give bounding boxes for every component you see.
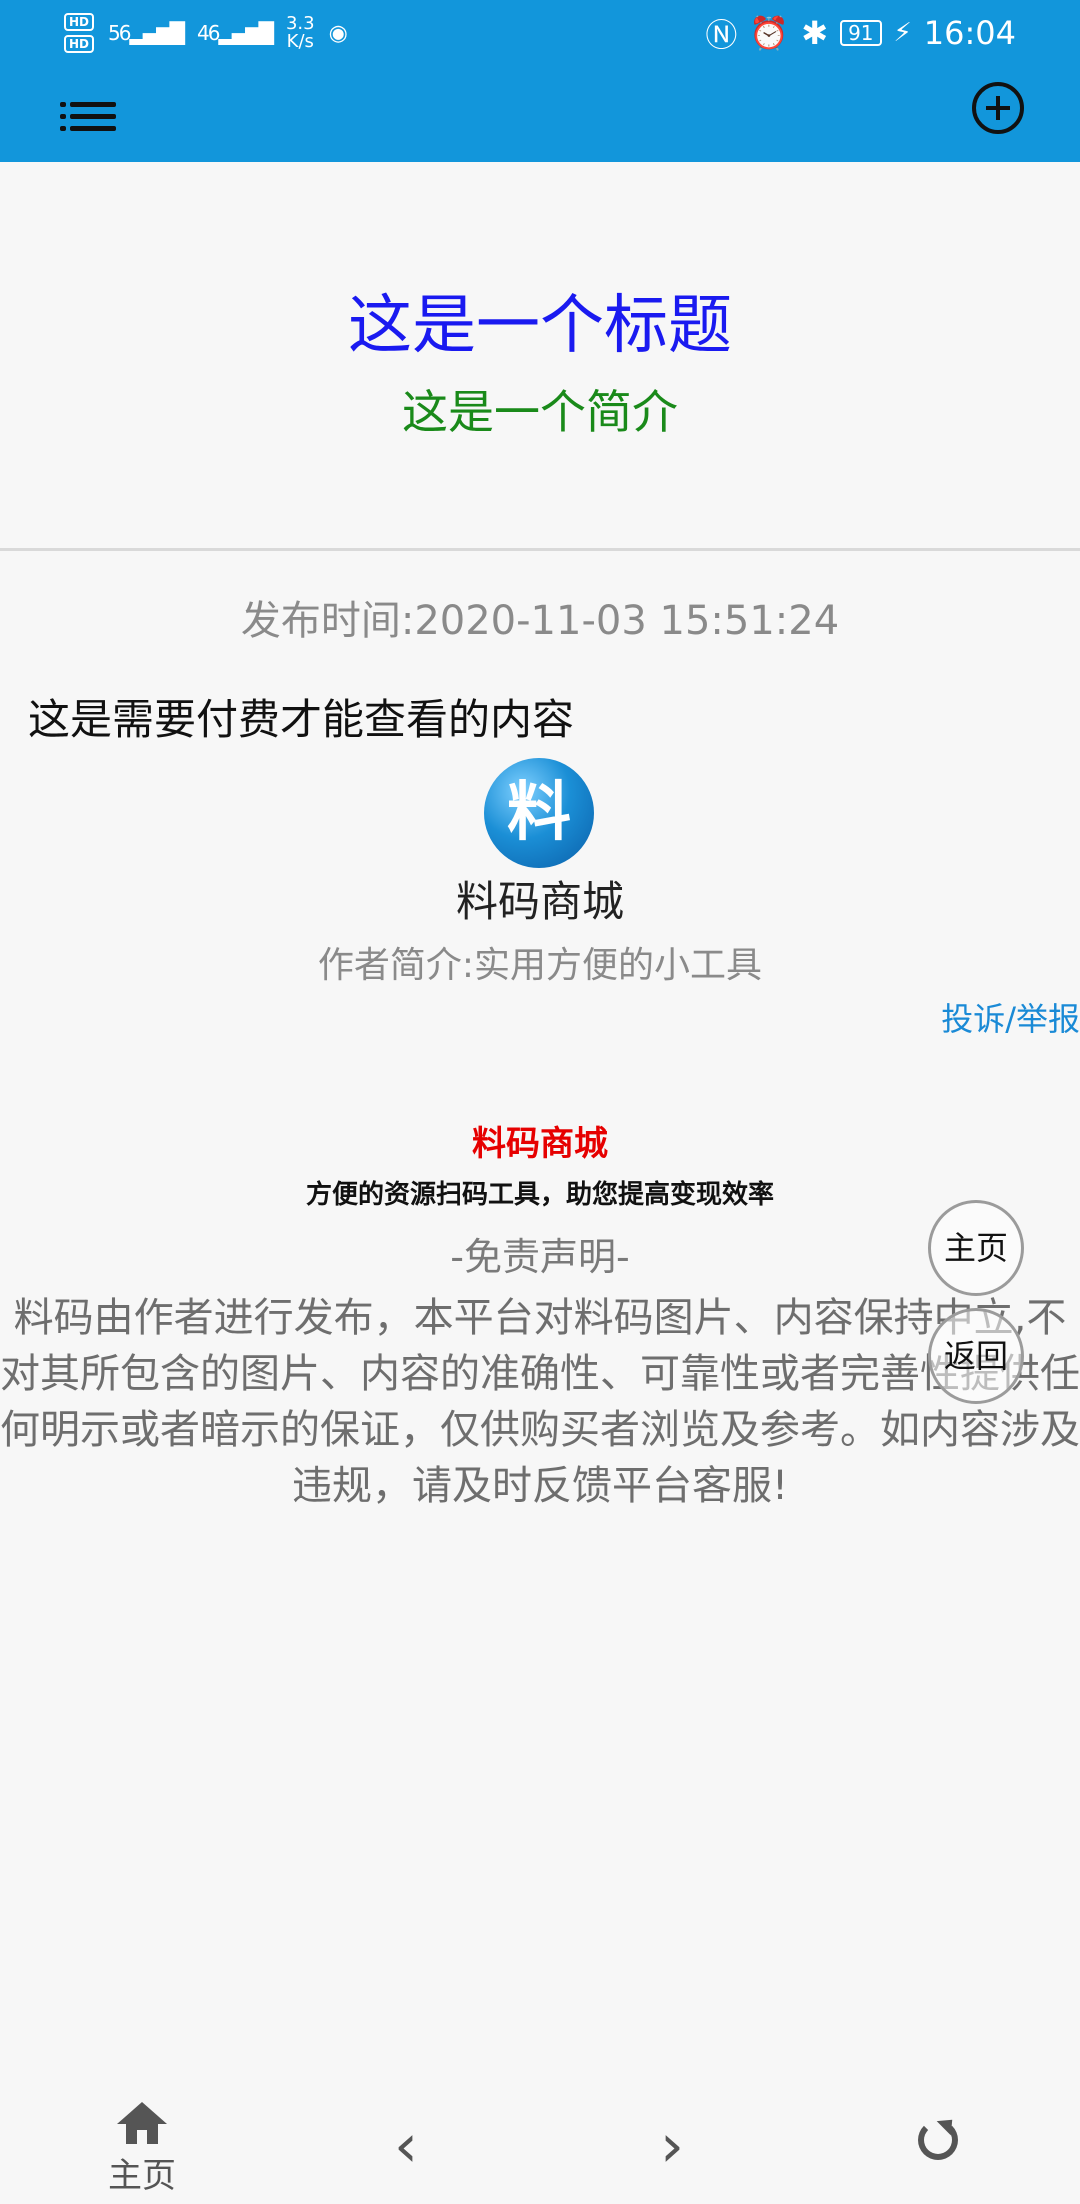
- nfc-icon: Ⓝ: [705, 16, 738, 54]
- status-bar: HD HD 56▂▄▆█ 46▂▄▆█ 3.3 K/s ◉ Ⓝ ⏰ ✱ 91 ⚡…: [0, 0, 1080, 66]
- status-left: HD HD 56▂▄▆█ 46▂▄▆█ 3.3 K/s ◉: [64, 10, 348, 56]
- battery-icon: 91: [840, 20, 882, 46]
- disclaimer-heading: -免责声明-: [450, 1235, 630, 1279]
- chevron-left-icon: ‹: [394, 2111, 418, 2181]
- alarm-icon: ⏰: [749, 14, 790, 52]
- signal-1-icon: 56▂▄▆█: [108, 21, 185, 45]
- author-bio: 作者简介:实用方便的小工具: [317, 945, 763, 986]
- report-link[interactable]: 投诉/举报: [941, 994, 1080, 1040]
- charging-icon: ⚡: [893, 18, 912, 48]
- disclaimer-text: 料码由作者进行发布，本平台对料码图片、内容保持中立,不对其所包含的图片、内容的准…: [0, 1295, 1080, 1509]
- nav-forward-button[interactable]: ›: [602, 2096, 742, 2204]
- floating-back-button[interactable]: 返回: [928, 1308, 1024, 1404]
- shop-title: 料码商城: [472, 1124, 608, 1164]
- signal-1-label: 56: [108, 21, 131, 45]
- floating-home-button[interactable]: 主页: [928, 1200, 1024, 1296]
- page-title: 这是一个标题: [348, 289, 732, 363]
- bluetooth-icon: ✱: [801, 14, 829, 52]
- paid-content-notice: 这是需要付费才能查看的内容: [28, 695, 575, 744]
- network-speed: 3.3 K/s: [286, 15, 315, 51]
- author-name[interactable]: 料码商城: [0, 868, 1080, 929]
- eye-icon: ◉: [328, 20, 348, 46]
- signal-2-label: 46: [197, 21, 220, 45]
- shop-description: 方便的资源扫码工具，助您提高变现效率: [305, 1180, 774, 1210]
- nav-refresh-button[interactable]: [868, 2096, 1008, 2204]
- status-right: Ⓝ ⏰ ✱ 91 ⚡ 16:04: [705, 10, 1016, 56]
- chevron-right-icon: ›: [660, 2111, 684, 2181]
- hd-badges: HD HD: [64, 13, 95, 53]
- hd-badge-1: HD: [64, 13, 95, 31]
- add-circle-icon[interactable]: [972, 82, 1024, 134]
- page-subtitle: 这是一个简介: [402, 385, 678, 439]
- author-logo[interactable]: 料: [484, 758, 594, 868]
- top-bar: HD HD 56▂▄▆█ 46▂▄▆█ 3.3 K/s ◉ Ⓝ ⏰ ✱ 91 ⚡…: [0, 0, 1080, 162]
- home-icon: [117, 2102, 167, 2146]
- publish-time: 发布时间:2020-11-03 15:51:24: [240, 598, 840, 644]
- article-header: 这是一个标题 这是一个简介: [0, 162, 1080, 551]
- nav-home-label: 主页: [108, 2156, 176, 2196]
- hd-badge-2: HD: [64, 35, 95, 53]
- clock: 16:04: [923, 14, 1016, 52]
- signal-2-icon: 46▂▄▆█: [197, 21, 274, 45]
- refresh-icon: [918, 2120, 958, 2160]
- bottom-nav: 主页 ‹ ›: [0, 2096, 1080, 2204]
- speed-unit: K/s: [286, 31, 314, 52]
- menu-icon[interactable]: [60, 96, 116, 136]
- app-bar: [0, 66, 1080, 162]
- nav-back-button[interactable]: ‹: [336, 2096, 476, 2204]
- nav-home-button[interactable]: 主页: [72, 2096, 212, 2204]
